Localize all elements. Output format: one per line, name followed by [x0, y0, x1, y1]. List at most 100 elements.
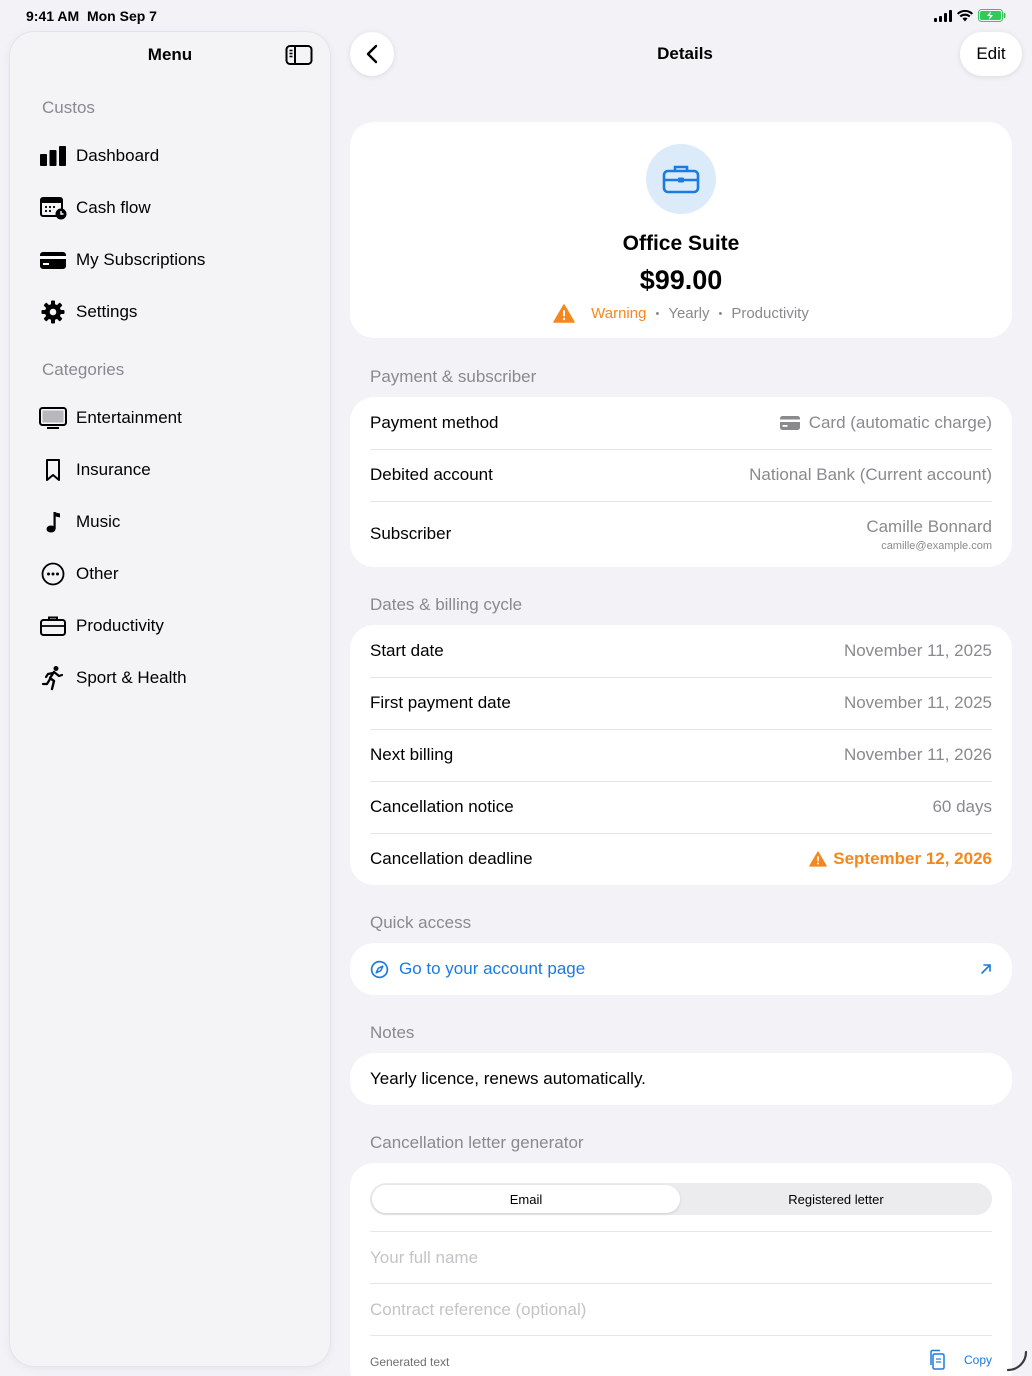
time-text: 9:41 AM [26, 8, 80, 24]
sidebar-title: Menu [147, 45, 193, 64]
status-icons [934, 9, 1006, 22]
sidebar-item-productivity[interactable]: Productivity [38, 606, 308, 646]
row-value: National Bank (Current account) [749, 465, 992, 484]
status-time: 9:41 AM Mon Sep 7 [26, 8, 157, 24]
status-bar: 9:41 AM Mon Sep 7 [0, 0, 1032, 32]
copy-button[interactable]: Copy [928, 1349, 992, 1371]
category-name: Productivity [731, 305, 809, 322]
sidebar-toggle-button[interactable] [285, 44, 313, 66]
contract-reference-field[interactable]: Contract reference (optional) [370, 1284, 992, 1336]
chart-bar-icon [38, 141, 68, 171]
first-payment-row: First payment date November 11, 2025 [350, 677, 1012, 729]
dates-card: Start date November 11, 2025 First payme… [350, 625, 1012, 885]
section-title-notes: Notes [370, 1023, 415, 1042]
row-value: November 11, 2025 [843, 641, 992, 660]
sidebar-item-label: Productivity [76, 616, 164, 635]
row-label: Cancellation notice [370, 797, 514, 816]
account-page-link-label: Go to your account page [399, 959, 586, 978]
copy-label: Copy [963, 1353, 992, 1367]
sidebar-item-my-subscriptions[interactable]: My Subscriptions [38, 240, 308, 280]
sidebar-item-label: Other [76, 564, 119, 583]
sidebar-item-cash-flow[interactable]: Cash flow [38, 188, 308, 228]
contract-reference-placeholder: Contract reference (optional) [370, 1300, 587, 1319]
sidebar-item-other[interactable]: Other [38, 554, 308, 594]
cancellation-deadline-row: Cancellation deadline September 12, 2026 [350, 833, 1012, 885]
briefcase-icon [662, 165, 700, 194]
payment-card: Payment method Card (automatic charge) D… [350, 397, 1012, 567]
calendar-clock-icon [38, 193, 68, 223]
payment-method-value: Card (automatic charge) [808, 413, 992, 432]
row-value: Card (automatic charge) [779, 413, 992, 433]
credit-card-icon [38, 245, 68, 275]
separator-dot: • [718, 307, 723, 320]
cellular-signal-icon [934, 9, 952, 22]
separator-dot: • [655, 307, 660, 320]
music-note-icon [38, 507, 68, 537]
cancellation-notice-row: Cancellation notice 60 days [350, 781, 1012, 833]
section-title-letter: Cancellation letter generator [370, 1133, 584, 1152]
sidebar-item-settings[interactable]: Settings [38, 292, 308, 332]
page-title: Details [657, 44, 713, 63]
warning-triangle-icon [809, 851, 828, 867]
sidebar-item-label: Sport & Health [76, 668, 187, 687]
sidebar-item-label: Insurance [76, 460, 151, 479]
bookmark-icon [38, 455, 68, 485]
notes-text: Yearly licence, renews automatically. [370, 1069, 646, 1088]
row-value: November 11, 2026 [843, 745, 992, 764]
debited-account-row: Debited account National Bank (Current a… [350, 449, 1012, 501]
row-value: November 11, 2025 [843, 693, 992, 712]
generated-text-label: Generated text [370, 1355, 450, 1369]
compass-icon [370, 960, 389, 978]
copy-icon [930, 1349, 945, 1370]
section-title-payment: Payment & subscriber [370, 367, 537, 386]
row-label: Cancellation deadline [370, 849, 533, 868]
letter-generator-card: Email Registered letter Your full name C… [350, 1163, 1012, 1376]
sidebar-item-label: Entertainment [76, 408, 182, 427]
row-value: 60 days [932, 797, 992, 816]
sidebar-section-categories: Categories [42, 360, 125, 379]
tv-icon [38, 403, 68, 433]
full-name-field[interactable]: Your full name [370, 1232, 992, 1284]
next-billing-row: Next billing November 11, 2026 [350, 729, 1012, 781]
subscription-name: Office Suite [622, 232, 740, 255]
segment-registered-letter[interactable]: Registered letter [682, 1185, 990, 1213]
subscriber-row: Subscriber Camille Bonnard camille@examp… [350, 501, 1012, 567]
row-label: Subscriber [370, 524, 452, 543]
segment-email[interactable]: Email [372, 1185, 680, 1213]
row-label: Debited account [370, 465, 493, 484]
sidebar-item-dashboard[interactable]: Dashboard [38, 136, 308, 176]
start-date-row: Start date November 11, 2025 [350, 625, 1012, 677]
sidebar-item-sport-health[interactable]: Sport & Health [38, 658, 308, 698]
full-name-placeholder: Your full name [370, 1248, 479, 1267]
quick-access-card: Go to your account page [350, 943, 1012, 995]
chevron-left-icon [366, 44, 378, 64]
row-label: Next billing [370, 745, 454, 764]
letter-type-segmented-control: Email Registered letter [370, 1183, 992, 1215]
row-value: Camille Bonnard camille@example.com [866, 517, 992, 552]
wifi-icon [957, 9, 973, 21]
back-button[interactable] [350, 32, 394, 76]
account-page-link[interactable]: Go to your account page [350, 943, 1012, 995]
sidebar-item-music[interactable]: Music [38, 502, 308, 542]
sidebar-item-entertainment[interactable]: Entertainment [38, 398, 308, 438]
subscription-price: $99.00 [639, 265, 723, 295]
row-value: September 12, 2026 [809, 849, 992, 869]
resize-corner-icon[interactable] [1004, 1348, 1028, 1372]
status-badge: Warning [591, 305, 647, 322]
sidebar-icon [285, 45, 313, 65]
battery-charging-icon [978, 9, 1006, 22]
subscription-summary-card: Office Suite $99.00 Warning • Yearly • P… [350, 122, 1012, 338]
notes-card: Yearly licence, renews automatically. [350, 1053, 1012, 1105]
sidebar-item-label: My Subscriptions [76, 250, 206, 269]
date-text: Mon Sep 7 [86, 8, 157, 24]
notes-text-row: Yearly licence, renews automatically. [350, 1053, 1012, 1105]
subscriber-name: Camille Bonnard [866, 516, 992, 536]
billing-cycle: Yearly [668, 305, 710, 322]
subscription-category-badge [646, 144, 716, 214]
sidebar-item-insurance[interactable]: Insurance [38, 450, 308, 490]
warning-triangle-icon [553, 304, 575, 323]
gear-icon [38, 297, 68, 327]
edit-button[interactable]: Edit [960, 32, 1022, 76]
sidebar-item-label: Dashboard [76, 146, 160, 165]
section-title-quick-access: Quick access [370, 913, 472, 932]
